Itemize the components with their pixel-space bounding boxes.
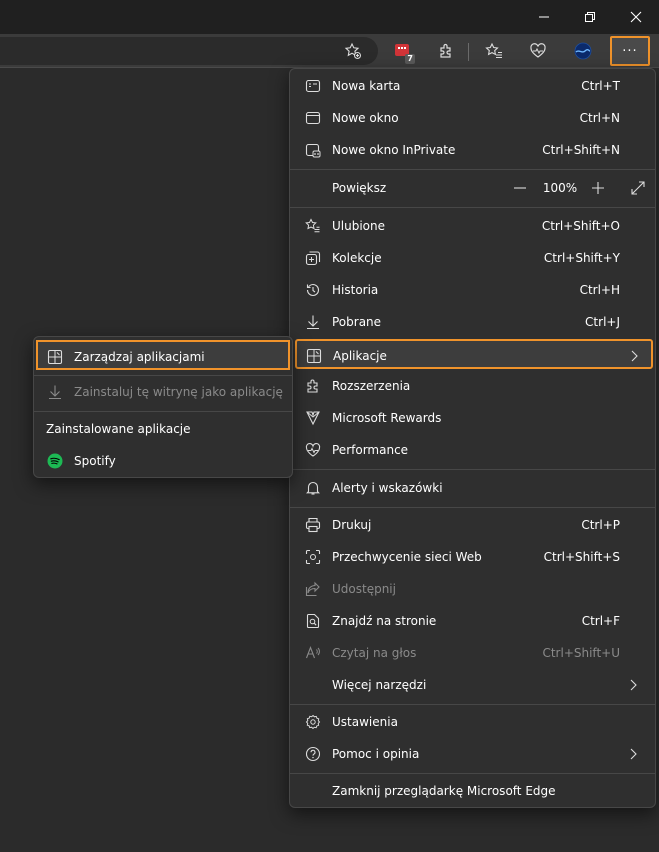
installed-apps-heading: Zainstalowane aplikacje bbox=[46, 422, 191, 436]
apps-icon bbox=[305, 347, 323, 365]
extensions-button[interactable] bbox=[430, 37, 462, 65]
extension-button[interactable]: 7 bbox=[386, 37, 418, 65]
submenu-item-install-site[interactable]: Zainstaluj tę witrynę jako aplikację bbox=[38, 377, 288, 407]
settings-menu: Nowa karta Ctrl+T Nowe okno Ctrl+N Nowe … bbox=[289, 68, 656, 808]
browser-essentials-button[interactable] bbox=[522, 37, 554, 65]
help-icon bbox=[304, 745, 322, 763]
menu-item-more-tools[interactable]: Więcej narzędzi bbox=[296, 670, 650, 700]
fullscreen-button[interactable] bbox=[626, 173, 650, 203]
menu-item-extensions[interactable]: Rozszerzenia bbox=[296, 371, 650, 401]
apps-submenu: Zarządzaj aplikacjami Zainstaluj tę witr… bbox=[33, 336, 293, 478]
star-add-icon bbox=[344, 42, 361, 59]
settings-and-more-button[interactable]: ··· bbox=[610, 36, 650, 66]
print-icon bbox=[304, 516, 322, 534]
collections-icon bbox=[304, 249, 322, 267]
menu-separator bbox=[290, 704, 655, 705]
puzzle-icon bbox=[440, 43, 451, 58]
zoom-in-button[interactable] bbox=[586, 173, 610, 203]
download-icon bbox=[46, 383, 64, 401]
chevron-right-icon bbox=[630, 748, 637, 760]
restore-button[interactable] bbox=[567, 0, 613, 34]
title-bar bbox=[0, 0, 659, 34]
menu-item-zoom: Powiększ 100% bbox=[296, 173, 650, 203]
web-capture-icon bbox=[304, 548, 322, 566]
new-tab-icon bbox=[304, 77, 322, 95]
inprivate-icon bbox=[304, 141, 322, 159]
menu-item-find-on-page[interactable]: Znajdź na stronie Ctrl+F bbox=[296, 606, 650, 636]
menu-item-settings[interactable]: Ustawienia bbox=[296, 707, 650, 737]
heart-pulse-icon bbox=[304, 441, 322, 459]
avatar bbox=[574, 42, 592, 60]
menu-item-new-tab[interactable]: Nowa karta Ctrl+T bbox=[296, 71, 650, 101]
menu-item-print[interactable]: Drukuj Ctrl+P bbox=[296, 510, 650, 540]
menu-item-help-feedback[interactable]: Pomoc i opinia bbox=[296, 739, 650, 769]
favorites-button[interactable] bbox=[478, 37, 510, 65]
menu-item-apps[interactable]: Aplikacje bbox=[295, 339, 653, 369]
favorites-icon bbox=[485, 42, 502, 59]
menu-separator bbox=[290, 773, 655, 774]
menu-item-new-window[interactable]: Nowe okno Ctrl+N bbox=[296, 103, 650, 133]
restore-icon bbox=[585, 12, 595, 22]
more-icon: ··· bbox=[622, 43, 638, 59]
menu-item-alerts[interactable]: Alerty i wskazówki bbox=[296, 473, 650, 503]
read-aloud-icon bbox=[304, 644, 322, 662]
chevron-right-icon bbox=[630, 679, 637, 691]
menu-separator bbox=[290, 469, 655, 470]
plus-icon bbox=[592, 182, 604, 194]
share-icon bbox=[304, 580, 322, 598]
submenu-item-manage-apps[interactable]: Zarządzaj aplikacjami bbox=[36, 340, 290, 370]
chevron-right-icon bbox=[631, 350, 638, 362]
menu-item-share[interactable]: Udostępnij bbox=[296, 574, 650, 604]
find-icon bbox=[304, 612, 322, 630]
menu-item-downloads[interactable]: Pobrane Ctrl+J bbox=[296, 307, 650, 337]
toolbar-separator bbox=[468, 43, 469, 61]
menu-item-read-aloud[interactable]: Czytaj na głos Ctrl+Shift+U bbox=[296, 638, 650, 668]
fullscreen-icon bbox=[631, 181, 645, 195]
menu-item-close-edge[interactable]: Zamknij przeglądarkę Microsoft Edge bbox=[296, 776, 650, 806]
menu-separator bbox=[290, 507, 655, 508]
profile-button[interactable] bbox=[567, 37, 599, 65]
puzzle-icon bbox=[304, 377, 322, 395]
close-button[interactable] bbox=[613, 0, 659, 34]
heart-pulse-icon bbox=[530, 43, 546, 58]
close-icon bbox=[630, 11, 642, 23]
submenu-separator bbox=[34, 375, 292, 376]
apps-icon bbox=[46, 348, 64, 366]
menu-item-favorites[interactable]: Ulubione Ctrl+Shift+O bbox=[296, 211, 650, 241]
gear-icon bbox=[304, 713, 322, 731]
download-icon bbox=[304, 313, 322, 331]
submenu-item-spotify[interactable]: Spotify bbox=[38, 446, 288, 476]
menu-separator bbox=[290, 207, 655, 208]
add-favorite-button[interactable] bbox=[337, 37, 369, 65]
history-icon bbox=[304, 281, 322, 299]
menu-item-web-capture[interactable]: Przechwycenie sieci Web Ctrl+Shift+S bbox=[296, 542, 650, 572]
zoom-out-button[interactable] bbox=[508, 173, 532, 203]
rewards-icon bbox=[304, 409, 322, 427]
menu-item-performance[interactable]: Performance bbox=[296, 435, 650, 465]
address-bar[interactable] bbox=[0, 37, 378, 65]
menu-item-rewards[interactable]: Microsoft Rewards bbox=[296, 403, 650, 433]
new-window-icon bbox=[304, 109, 322, 127]
toolbar: 7 bbox=[0, 34, 659, 68]
minus-icon bbox=[514, 187, 526, 189]
bell-icon bbox=[304, 479, 322, 497]
spotify-icon bbox=[46, 452, 64, 470]
menu-item-collections[interactable]: Kolekcje Ctrl+Shift+Y bbox=[296, 243, 650, 273]
zoom-value: 100% bbox=[542, 181, 578, 195]
menu-separator bbox=[290, 169, 655, 170]
menu-item-history[interactable]: Historia Ctrl+H bbox=[296, 275, 650, 305]
favorites-icon bbox=[304, 217, 322, 235]
minimize-button[interactable] bbox=[521, 0, 567, 34]
minimize-icon bbox=[539, 16, 549, 18]
submenu-separator bbox=[34, 411, 292, 412]
extension-badge: 7 bbox=[405, 54, 415, 64]
menu-item-new-inprivate[interactable]: Nowe okno InPrivate Ctrl+Shift+N bbox=[296, 135, 650, 165]
